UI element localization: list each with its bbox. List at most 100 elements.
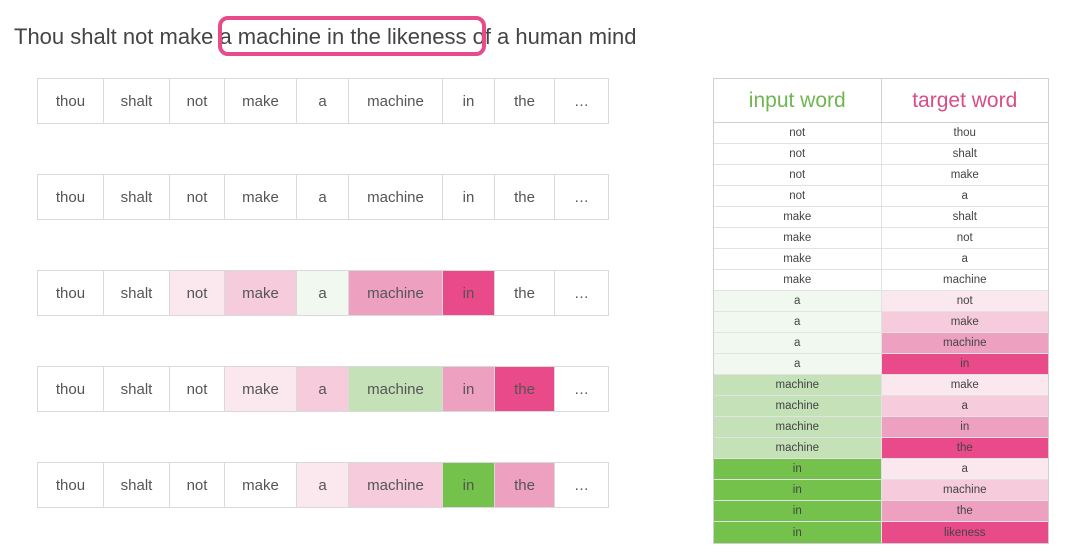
table-row: machinethe [714,438,1048,459]
word-cell: the [494,78,554,124]
table-row: makea [714,249,1048,270]
table-row: ain [714,354,1048,375]
input-word-cell: not [714,165,882,186]
header-target-word: target word [882,79,1049,123]
table-row: makemachine [714,270,1048,291]
target-word-cell: a [882,186,1049,207]
pairs-table: input word target word notthounotshaltno… [713,78,1049,544]
table-row: makeshalt [714,207,1048,228]
input-word-cell: in [714,480,882,501]
word-cell: … [554,270,609,316]
word-cell: in [442,174,494,220]
table-row: nota [714,186,1048,207]
word-row: thoushaltnotmakeamachineinthe… [37,174,647,220]
table-row: machinemake [714,375,1048,396]
target-word-cell: not [882,228,1049,249]
table-row: inthe [714,501,1048,522]
input-word-cell: machine [714,375,882,396]
word-cell: in [442,366,494,412]
table-row: amake [714,312,1048,333]
word-cell: … [554,78,609,124]
input-word-cell: make [714,270,882,291]
word-cell: in [442,462,494,508]
input-word-cell: in [714,522,882,543]
word-cell: thou [37,174,103,220]
input-word-cell: not [714,144,882,165]
word-cell: not [169,366,224,412]
target-word-cell: likeness [882,522,1049,543]
table-row: makenot [714,228,1048,249]
table-row: notmake [714,165,1048,186]
input-word-cell: a [714,312,882,333]
word-cell: not [169,78,224,124]
word-cell: machine [348,78,442,124]
header-input-word: input word [714,79,882,123]
target-word-cell: shalt [882,207,1049,228]
word-cell: make [224,270,296,316]
target-word-cell: machine [882,480,1049,501]
input-word-cell: a [714,333,882,354]
word-cell: a [296,462,348,508]
word-row: thoushaltnotmakeamachineinthe… [37,462,647,508]
sliding-window-rows: thoushaltnotmakeamachineinthe…thoushaltn… [37,78,647,558]
word-cell: machine [348,366,442,412]
word-cell: shalt [103,174,169,220]
target-word-cell: in [882,354,1049,375]
word-cell: in [442,78,494,124]
pairs-table-header: input word target word [714,79,1048,123]
word-cell: … [554,174,609,220]
table-row: machinea [714,396,1048,417]
sentence-text: Thou shalt not make a machine in the lik… [14,24,636,50]
word-cell: thou [37,270,103,316]
word-cell: machine [348,462,442,508]
word-cell: thou [37,462,103,508]
word-cell: make [224,174,296,220]
target-word-cell: shalt [882,144,1049,165]
table-row: machinein [714,417,1048,438]
input-word-cell: machine [714,438,882,459]
target-word-cell: a [882,459,1049,480]
word-cell: shalt [103,78,169,124]
word-cell: a [296,78,348,124]
word-cell: shalt [103,366,169,412]
input-word-cell: make [714,207,882,228]
target-word-cell: make [882,375,1049,396]
input-word-cell: make [714,228,882,249]
table-row: amachine [714,333,1048,354]
word-cell: … [554,366,609,412]
target-word-cell: make [882,312,1049,333]
table-row: ina [714,459,1048,480]
table-row: notshalt [714,144,1048,165]
word-cell: the [494,366,554,412]
word-cell: the [494,462,554,508]
word-cell: … [554,462,609,508]
word-cell: machine [348,270,442,316]
word-cell: in [442,270,494,316]
word-row: thoushaltnotmakeamachineinthe… [37,366,647,412]
input-word-cell: in [714,501,882,522]
input-word-cell: machine [714,417,882,438]
word-row: thoushaltnotmakeamachineinthe… [37,270,647,316]
word-cell: thou [37,78,103,124]
word-cell: the [494,270,554,316]
word-cell: make [224,366,296,412]
word-cell: a [296,366,348,412]
target-word-cell: the [882,438,1049,459]
target-word-cell: not [882,291,1049,312]
word-cell: not [169,462,224,508]
word-cell: machine [348,174,442,220]
target-word-cell: make [882,165,1049,186]
word-cell: make [224,78,296,124]
word-cell: thou [37,366,103,412]
word-cell: shalt [103,270,169,316]
target-word-cell: thou [882,123,1049,144]
input-word-cell: not [714,123,882,144]
target-word-cell: in [882,417,1049,438]
input-word-cell: machine [714,396,882,417]
table-row: inmachine [714,480,1048,501]
table-row: anot [714,291,1048,312]
word-cell: make [224,462,296,508]
word-cell: the [494,174,554,220]
input-word-cell: make [714,249,882,270]
table-row: inlikeness [714,522,1048,543]
